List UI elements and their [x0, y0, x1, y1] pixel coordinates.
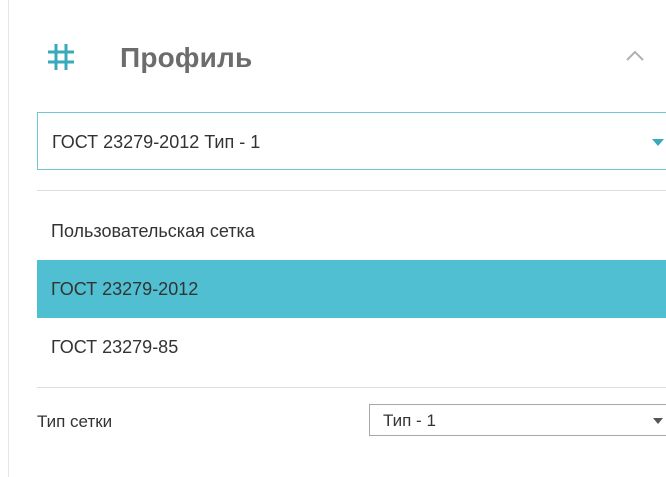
grid-icon — [48, 44, 74, 70]
profile-dropdown-list: Пользовательская сетка ГОСТ 23279-2012 Г… — [37, 190, 666, 388]
grid-type-label: Тип сетки — [37, 412, 113, 431]
list-item-selected[interactable]: ГОСТ 23279-2012 — [37, 260, 666, 318]
grid-type-value: Тип - 1 — [383, 411, 436, 430]
profile-select[interactable]: ГОСТ 23279-2012 Тип - 1 — [37, 112, 666, 170]
list-item[interactable]: ГОСТ 23279-85 — [37, 318, 666, 376]
list-item[interactable]: Пользовательская сетка — [37, 202, 666, 260]
caret-down-icon — [652, 139, 664, 146]
section-title: Профиль — [120, 42, 253, 73]
caret-down-icon — [653, 418, 663, 424]
panel-left-divider — [8, 0, 9, 477]
profile-select-value: ГОСТ 23279-2012 Тип - 1 — [52, 132, 261, 152]
profile-section-header[interactable]: Профиль — [46, 36, 666, 80]
chevron-up-icon[interactable] — [624, 47, 646, 63]
grid-type-select[interactable]: Тип - 1 — [369, 404, 666, 436]
profile-panel: Профиль ГОСТ 23279-2012 Тип - 1 Пользова… — [0, 0, 666, 477]
